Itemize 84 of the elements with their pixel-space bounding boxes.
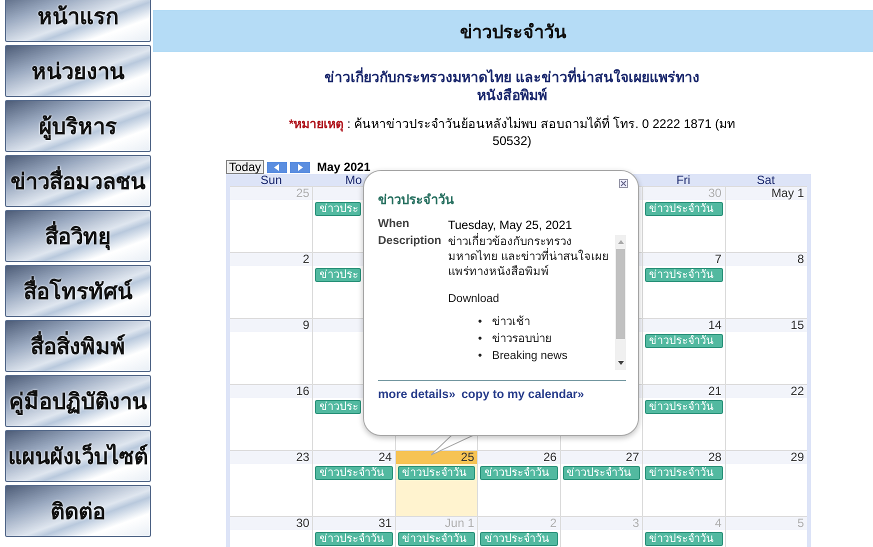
event-chip[interactable]: ข่าวประจำวัน [398, 532, 476, 546]
day-number: 22 [726, 385, 807, 398]
bullet-mark: • [478, 349, 482, 364]
download-heading: Download [448, 292, 500, 307]
event-chip[interactable]: ข่าวประจำวัน [645, 400, 723, 414]
today-button[interactable]: Today [226, 160, 264, 174]
event-chip[interactable]: ข่าวประจำวัน [645, 268, 723, 282]
day-number: Jun 1 [396, 517, 478, 530]
sidebar-nav-button[interactable]: ข่าวสื่อมวลชน [5, 155, 151, 207]
close-icon[interactable] [619, 179, 628, 188]
weekday-header: Sun [260, 174, 283, 187]
event-chip[interactable]: ข่าวประจำวัน [398, 466, 476, 480]
page-subtitle: ข่าวเกี่ยวกับกระทรวงมหาดไทย และข่าวที่น่าสนใจเผยแพร่ทาง หนังสือพิมพ์ [324, 68, 700, 104]
day-number: 27 [560, 451, 642, 464]
day-number: 2 [230, 253, 312, 266]
popup-link[interactable]: copy to my calendar» [461, 387, 584, 401]
day-number: 30 [230, 517, 312, 530]
day-number: 15 [726, 319, 807, 332]
sidebar-nav-button[interactable]: หน้าแรก [5, 0, 151, 42]
month-label: May 2021 [317, 160, 370, 174]
download-item: ข่าวรอบบ่าย [492, 332, 552, 347]
sidebar-nav-button[interactable]: คู่มือปฏิบัติงาน [5, 375, 151, 427]
day-number: 24 [313, 451, 395, 464]
day-number: 2 [478, 517, 560, 530]
event-chip[interactable]: ข่าวประ [315, 268, 362, 282]
event-chip[interactable]: ข่าวประจำวัน [562, 466, 640, 480]
weekday-header: Fri [675, 174, 692, 187]
event-chip[interactable]: ข่าวประจำวัน [315, 466, 393, 480]
when-value: Tuesday, May 25, 2021 [448, 218, 572, 232]
event-chip[interactable]: ข่าวประ [315, 202, 362, 216]
day-number: 7 [643, 253, 725, 266]
day-number: 8 [726, 253, 807, 266]
event-chip[interactable]: ข่าวประ [315, 400, 362, 414]
day-number: 29 [726, 451, 807, 464]
event-chip[interactable]: ข่าวประจำวัน [480, 532, 558, 546]
event-chip[interactable]: ข่าวประจำวัน [315, 532, 393, 546]
scrollbar[interactable] [614, 235, 626, 370]
popup-title: ข่าวประจำวัน [378, 191, 455, 209]
event-chip[interactable]: ข่าวประจำวัน [645, 466, 723, 480]
sidebar-nav-button[interactable]: ติดต่อ [5, 485, 151, 537]
day-number: 26 [478, 451, 560, 464]
page-title: ข่าวประจำวัน [460, 20, 566, 44]
event-chip[interactable]: ข่าวประจำวัน [480, 466, 558, 480]
right-triangle-icon [297, 164, 304, 170]
sidebar-nav-button[interactable]: หน่วยงาน [5, 45, 151, 97]
when-label: When [378, 218, 410, 232]
bullet-mark: • [478, 315, 482, 330]
day-number: 23 [230, 451, 312, 464]
day-number: 4 [643, 517, 725, 530]
day-number: 21 [643, 385, 725, 398]
sidebar-nav-button[interactable]: ผู้บริหาร [5, 100, 151, 152]
day-number: 16 [230, 385, 312, 398]
day-number: 5 [726, 517, 807, 530]
event-chip[interactable]: ข่าวประจำวัน [645, 202, 723, 216]
event-chip[interactable]: ข่าวประจำวัน [645, 532, 723, 546]
weekday-header: Sat [756, 174, 776, 187]
day-number: 9 [230, 319, 312, 332]
scroll-down-icon[interactable] [618, 361, 624, 366]
next-month-button[interactable] [290, 162, 310, 172]
day-number: 25 [230, 187, 312, 200]
day-number: 28 [643, 451, 725, 464]
download-item: ข่าวเช้า [492, 314, 530, 330]
weekday-header: Mo [344, 174, 363, 187]
download-item: Breaking news [492, 349, 568, 364]
event-chip[interactable]: ข่าวประจำวัน [645, 334, 723, 348]
day-number: 30 [643, 187, 725, 200]
bullet-mark: • [478, 332, 482, 347]
sidebar-nav-button[interactable]: สื่อโทรทัศน์ [5, 265, 151, 317]
note-label: *หมายเหตุ [288, 117, 344, 131]
description-label: Description [378, 235, 442, 249]
sidebar-nav-button[interactable]: แผนผังเว็บไซต์ [5, 430, 151, 482]
description-text: ข่าวเกี่ยวข้องกับกระทรวงมหาดไทย และข่าวที่น่าสนใจเผยแพร่ทางหนังสือพิมพ์ [448, 235, 613, 280]
left-triangle-icon [274, 164, 280, 170]
day-number: May 1 [726, 187, 807, 200]
sidebar-nav-button[interactable]: สื่อวิทยุ [5, 210, 151, 262]
popup-link[interactable]: more details» [378, 387, 456, 401]
day-number: 3 [560, 517, 642, 530]
day-number: 14 [643, 319, 725, 332]
day-number: 25 [396, 451, 478, 464]
scroll-up-icon[interactable] [618, 239, 624, 244]
sidebar-nav-button[interactable]: สื่อสิ่งพิมพ์ [5, 320, 151, 372]
note-text: : ค้นหาข่าวประจำวันย้อนหลังไม่พบ สอบถามได้ที่ โทร. 0 2222 1871 (มท 50532) [346, 117, 736, 148]
day-number: 31 [313, 517, 395, 530]
previous-month-button[interactable] [267, 162, 288, 172]
